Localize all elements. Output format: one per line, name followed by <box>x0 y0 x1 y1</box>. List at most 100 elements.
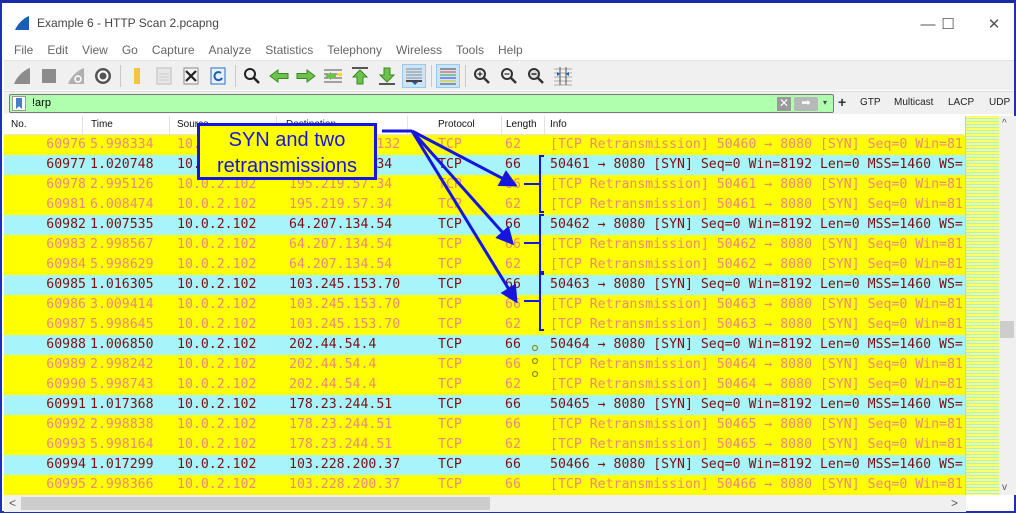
packet-row-retransmission[interactable]: 60983 2.998567 10.0.2.102 64.207.134.54 TCP 6… <box>4 235 965 255</box>
packet-protocol: TCP <box>438 237 462 252</box>
toolbar-separator <box>465 64 466 87</box>
menu-statistics[interactable]: Statistics <box>265 43 313 57</box>
packet-row-syn[interactable]: 60985 1.016305 10.0.2.102 103.245.153.70 TCP… <box>4 275 965 295</box>
filter-button-multicast[interactable]: Multicast <box>894 97 933 108</box>
start-capture-button[interactable] <box>10 64 34 88</box>
packet-info: [TCP Retransmission] 50466 → 8080 [SYN] … <box>550 477 963 492</box>
packet-row-retransmission[interactable]: 60992 2.998838 10.0.2.102 178.23.244.51 TCP 6… <box>4 415 965 435</box>
bookmark-icon[interactable] <box>12 96 26 111</box>
packet-minimap[interactable] <box>965 116 1000 495</box>
packet-row-retransmission[interactable]: 60978 2.995126 10.0.2.102 195.219.57.34 TCP 6… <box>4 175 965 195</box>
maximize-button[interactable]: ☐ <box>928 12 968 36</box>
column-header-info[interactable]: Info <box>550 119 567 130</box>
display-filter-input[interactable] <box>32 97 632 109</box>
last-packet-button[interactable] <box>375 64 399 88</box>
auto-scroll-button[interactable] <box>402 63 426 88</box>
packet-row-retransmission[interactable]: 60984 5.998629 10.0.2.102 64.207.134.54 TCP 6… <box>4 255 965 275</box>
filter-button-lacp[interactable]: LACP <box>948 97 974 108</box>
column-header-no[interactable]: No. <box>11 119 27 130</box>
horizontal-scrollbar[interactable]: < > <box>4 495 966 512</box>
packet-row-syn[interactable]: 60988 1.006850 10.0.2.102 202.44.54.4 TCP 66 5… <box>4 335 965 355</box>
reload-file-button[interactable] <box>206 64 230 88</box>
open-file-button[interactable] <box>125 64 149 88</box>
go-forward-button[interactable] <box>294 64 318 88</box>
packet-row-syn[interactable]: 60994 1.017299 10.0.2.102 103.228.200.37 TCP… <box>4 455 965 475</box>
restart-capture-button[interactable] <box>64 64 88 88</box>
annotation-line-1: SYN and two <box>228 129 346 151</box>
column-header-length[interactable]: Length <box>506 119 537 130</box>
packet-row-retransmission[interactable]: 60989 2.998242 10.0.2.102 202.44.54.4 TCP 66 [… <box>4 355 965 375</box>
packet-info: [TCP Retransmission] 50465 → 8080 [SYN] … <box>550 437 963 452</box>
packet-info: [TCP Retransmission] 50462 → 8080 [SYN] … <box>550 237 963 252</box>
packet-destination: 202.44.54.4 <box>289 377 377 392</box>
menu-view[interactable]: View <box>82 43 108 57</box>
menu-help[interactable]: Help <box>498 43 523 57</box>
menu-telephony[interactable]: Telephony <box>327 43 382 57</box>
capture-options-button[interactable] <box>91 64 115 88</box>
packet-row-syn[interactable]: 609771.02074810.0.2.102195.219.57.34TCP6… <box>4 155 965 175</box>
packet-row-retransmission[interactable]: 60987 5.998645 10.0.2.102 103.245.153.70 TCP… <box>4 315 965 335</box>
toolbar-separator <box>235 64 236 87</box>
scroll-right-icon[interactable]: > <box>951 496 958 510</box>
menu-edit[interactable]: Edit <box>47 43 68 57</box>
packet-info: [TCP Retransmission] 50461 → 8080 [SYN] … <box>550 177 963 192</box>
go-back-button[interactable] <box>267 64 291 88</box>
resize-columns-button[interactable] <box>551 64 575 88</box>
column-divider[interactable] <box>544 116 545 135</box>
toolbar-separator <box>431 64 432 87</box>
packet-row-syn[interactable]: 60991 1.017368 10.0.2.102 178.23.244.51 TCP 6… <box>4 395 965 415</box>
add-filter-button-plus[interactable]: + <box>838 94 846 110</box>
display-filter-field[interactable]: ✕ ➡ ▾ <box>9 94 834 113</box>
packet-number: 60988 <box>46 337 86 352</box>
zoom-in-button[interactable] <box>470 64 494 88</box>
packet-row-retransmission[interactable]: 60990 5.998743 10.0.2.102 202.44.54.4 TCP 62 [… <box>4 375 965 395</box>
close-icon: ✕ <box>987 16 1001 33</box>
menu-wireless[interactable]: Wireless <box>396 43 442 57</box>
horizontal-scroll-thumb[interactable] <box>21 497 490 510</box>
packet-length: 66 <box>505 217 521 232</box>
packet-time: 6.008474 <box>90 197 154 212</box>
packet-number: 60992 <box>46 417 86 432</box>
find-packet-button[interactable] <box>240 64 264 88</box>
zoom-out-button[interactable] <box>497 64 521 88</box>
stop-capture-button[interactable] <box>37 64 61 88</box>
menu-tools[interactable]: Tools <box>456 43 484 57</box>
packet-number: 60995 <box>46 477 86 492</box>
packet-row-retransmission[interactable]: 609765.99833410.0.2.102195.219.57.132TCP… <box>4 135 965 155</box>
save-file-button[interactable] <box>152 64 176 88</box>
packet-row-retransmission[interactable]: 60995 2.998366 10.0.2.102 103.228.200.37 TCP… <box>4 475 965 495</box>
packet-row-retransmission[interactable]: 60993 5.998164 10.0.2.102 178.23.244.51 TCP 6… <box>4 435 965 455</box>
filter-history-dropdown[interactable]: ▾ <box>823 98 827 107</box>
normal-size-button[interactable] <box>524 64 548 88</box>
colorize-button[interactable] <box>436 63 460 88</box>
column-divider[interactable] <box>169 116 170 135</box>
go-to-packet-button[interactable] <box>321 64 345 88</box>
packet-row-syn[interactable]: 60982 1.007535 10.0.2.102 64.207.134.54 TCP 6… <box>4 215 965 235</box>
packet-number: 60976 <box>46 137 86 152</box>
column-divider[interactable] <box>501 116 502 135</box>
menu-analyze[interactable]: Analyze <box>209 43 252 57</box>
packet-destination: 178.23.244.51 <box>289 437 393 452</box>
column-divider[interactable] <box>407 116 408 135</box>
column-header-protocol[interactable]: Protocol <box>438 119 475 130</box>
apply-filter-button[interactable]: ➡ <box>794 97 818 111</box>
column-header-time[interactable]: Time <box>91 119 113 130</box>
menu-go[interactable]: Go <box>122 43 138 57</box>
packet-row-retransmission[interactable]: 60986 3.009414 10.0.2.102 103.245.153.70 TCP… <box>4 295 965 315</box>
filter-button-udp[interactable]: UDP <box>989 97 1010 108</box>
close-file-button[interactable] <box>179 64 203 88</box>
packet-row-retransmission[interactable]: 60981 6.008474 10.0.2.102 195.219.57.34 TCP 6… <box>4 195 965 215</box>
close-button[interactable]: ✕ <box>974 12 1014 36</box>
scroll-up-icon[interactable]: ^ <box>1002 118 1007 129</box>
scroll-down-icon[interactable]: v <box>1002 482 1007 493</box>
menu-file[interactable]: File <box>14 43 33 57</box>
column-divider[interactable] <box>82 116 83 135</box>
menu-capture[interactable]: Capture <box>152 43 195 57</box>
first-packet-button[interactable] <box>348 64 372 88</box>
vertical-scrollbar[interactable]: ^ v <box>999 116 1016 495</box>
vertical-scroll-thumb[interactable] <box>1000 321 1014 338</box>
clear-filter-button[interactable]: ✕ <box>777 97 791 111</box>
filter-button-gtp[interactable]: GTP <box>860 97 881 108</box>
packet-destination: 103.245.153.70 <box>289 297 401 312</box>
scroll-left-icon[interactable]: < <box>9 496 16 510</box>
